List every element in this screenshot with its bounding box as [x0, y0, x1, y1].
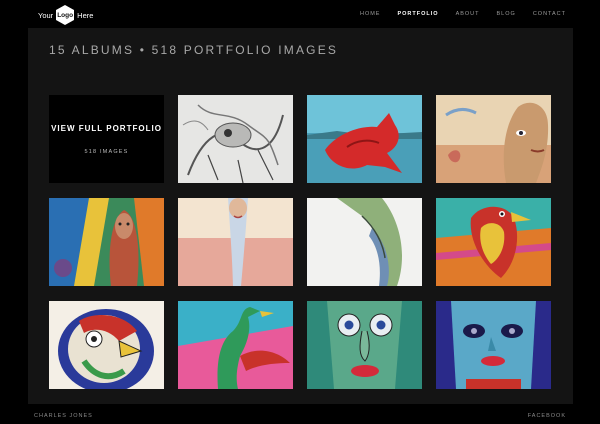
album-thumbnail[interactable]	[436, 301, 551, 389]
album-thumbnail[interactable]	[307, 301, 422, 389]
feature-title: VIEW FULL PORTFOLIO	[51, 123, 162, 133]
portfolio-panel: 15 ALBUMS • 518 PORTFOLIO IMAGES VIEW FU…	[28, 28, 573, 404]
album-thumbnail[interactable]	[178, 301, 293, 389]
album-thumbnail[interactable]	[307, 198, 422, 286]
nav-home[interactable]: HOME	[360, 11, 381, 17]
album-grid: VIEW FULL PORTFOLIO 518 IMAGES	[49, 95, 551, 389]
nav-portfolio[interactable]: PORTFOLIO	[397, 11, 438, 17]
album-thumbnail[interactable]	[178, 95, 293, 183]
page-title: 15 ALBUMS • 518 PORTFOLIO IMAGES	[49, 43, 339, 57]
nav-blog[interactable]: BLOG	[497, 11, 516, 17]
album-thumbnail[interactable]	[178, 198, 293, 286]
nav-contact[interactable]: CONTACT	[533, 11, 566, 17]
album-thumbnail[interactable]	[436, 95, 551, 183]
logo-hexagon-icon: Logo	[56, 5, 75, 25]
footer-facebook-link[interactable]: FACEBOOK	[528, 413, 566, 419]
footer-owner-name: CHARLES JONES	[34, 413, 93, 419]
logo-text-left: Your	[38, 10, 54, 20]
top-bar: Your Logo Here HOME PORTFOLIO ABOUT BLOG…	[0, 0, 600, 28]
logo[interactable]: Your Logo Here	[38, 5, 93, 25]
nav-about[interactable]: ABOUT	[456, 11, 480, 17]
album-thumbnail[interactable]	[49, 301, 164, 389]
album-thumbnail[interactable]	[307, 95, 422, 183]
main-nav: HOME PORTFOLIO ABOUT BLOG CONTACT	[360, 11, 566, 17]
album-thumbnail[interactable]	[49, 198, 164, 286]
logo-mark-text: Logo	[57, 11, 74, 19]
footer: CHARLES JONES FACEBOOK	[0, 404, 600, 424]
feature-count: 518 IMAGES	[84, 148, 129, 155]
view-full-portfolio-tile[interactable]: VIEW FULL PORTFOLIO 518 IMAGES	[49, 95, 164, 183]
logo-text-right: Here	[77, 10, 94, 20]
album-thumbnail[interactable]	[436, 198, 551, 286]
